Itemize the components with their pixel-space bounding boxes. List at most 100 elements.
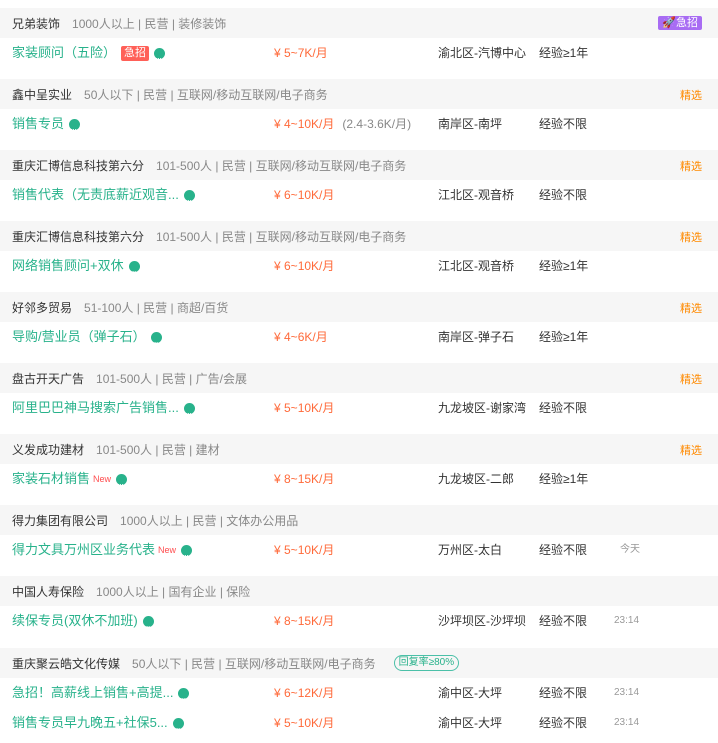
urgent-badge: 🚀急招	[658, 16, 702, 30]
company-name[interactable]: 好邻多贸易	[12, 299, 72, 316]
salary: ¥ 4~10K/月 (2.4-3.6K/月)	[274, 117, 412, 131]
experience: 经验≥1年	[539, 259, 589, 273]
company-header: 得力集团有限公司 1000人以上 | 民营 | 文体办公用品	[0, 505, 718, 535]
job-title[interactable]: 家装石材销售 New	[12, 464, 128, 499]
job-row[interactable]: 家装石材销售New ¥ 8~15K/月 九龙坡区-二郎 经验≥1年	[0, 464, 718, 499]
job-title-text[interactable]: 阿里巴巴神马搜索广告销售...	[12, 393, 179, 423]
salary: ¥ 8~15K/月	[274, 472, 335, 486]
company-header: 好邻多贸易 51-100人 | 民营 | 商超/百货 精选	[0, 292, 718, 322]
company-header: 重庆汇博信息科技第六分 101-500人 | 民营 | 互联网/移动互联网/电子商…	[0, 150, 718, 180]
job-title[interactable]: 销售代表（无责底薪近观音...	[12, 180, 195, 215]
company-meta: 101-500人 | 民营 | 建材	[96, 442, 220, 457]
job-title-text[interactable]: 导购/营业员（弹子石）	[12, 322, 146, 352]
job-row[interactable]: 续保专员(双休不加班) ¥ 8~15K/月 沙坪坝区-沙坪坝经验不限 23:14	[0, 606, 718, 641]
job-title-text[interactable]: 家装顾问（五险）	[12, 38, 116, 68]
salary: ¥ 4~6K/月	[274, 330, 328, 344]
company-name[interactable]: 鑫中呈实业	[12, 86, 72, 103]
company-header: 中国人寿保险 1000人以上 | 国有企业 | 保险	[0, 576, 718, 606]
job-row[interactable]: 得力文具万州区业务代表New ¥ 5~10K/月 万州区-太白 经验不限 今天	[0, 535, 718, 570]
job-row[interactable]: 导购/营业员（弹子石） ¥ 4~6K/月 南岸区-弹子石 经验≥1年	[0, 322, 718, 357]
chat-icon[interactable]	[116, 469, 128, 499]
chat-icon[interactable]	[69, 114, 81, 144]
post-time: 23:14	[614, 687, 640, 698]
listing-card: 得力集团有限公司 1000人以上 | 民营 | 文体办公用品 得力文具万州区业务代表…	[0, 505, 718, 570]
location: 江北区-观音桥	[438, 188, 514, 202]
job-row[interactable]: 阿里巴巴神马搜索广告销售... ¥ 5~10K/月 九龙坡区-谢家湾经验不限	[0, 393, 718, 428]
job-row[interactable]: 家装顾问（五险） 急招 ¥ 5~7K/月 渝北区-汽博中心经验≥1年	[0, 38, 718, 73]
chat-icon[interactable]	[183, 398, 195, 428]
chat-icon[interactable]	[150, 327, 162, 357]
listing-card: 重庆汇博信息科技第六分 101-500人 | 民营 | 互联网/移动互联网/电子商…	[0, 221, 718, 286]
salary: ¥ 6~10K/月	[274, 188, 335, 202]
company-name[interactable]: 重庆汇博信息科技第六分	[12, 228, 144, 245]
location: 沙坪坝区-沙坪坝	[438, 614, 526, 628]
job-title-text[interactable]: 得力文具万州区业务代表	[12, 535, 155, 565]
chat-icon[interactable]	[128, 256, 140, 286]
job-row[interactable]: 网络销售顾问+双休 ¥ 6~10K/月 江北区-观音桥 经验≥1年	[0, 251, 718, 286]
job-row[interactable]: 销售专员早九晚五+社保5... ¥ 5~10K/月 渝中区-大坪 经验不限 23:14	[0, 708, 718, 743]
salary: ¥ 5~7K/月	[274, 46, 328, 60]
experience: 经验不限	[539, 543, 588, 557]
job-title[interactable]: 销售专员	[12, 109, 81, 144]
chat-icon[interactable]	[178, 683, 190, 713]
chat-icon[interactable]	[142, 611, 154, 641]
company-name[interactable]: 得力集团有限公司	[12, 512, 108, 529]
company-name[interactable]: 重庆汇博信息科技第六分	[12, 157, 144, 174]
company-name[interactable]: 义发成功建材	[12, 441, 84, 458]
experience: 经验≥1年	[539, 330, 589, 344]
post-time: 23:14	[614, 717, 640, 728]
job-row[interactable]: 销售代表（无责底薪近观音... ¥ 6~10K/月 江北区-观音桥 经验不限	[0, 180, 718, 215]
company-header: 盘古开天广告 101-500人 | 民营 | 广告/会展 精选	[0, 363, 718, 393]
job-title[interactable]: 网络销售顾问+双休	[12, 251, 140, 286]
chat-icon[interactable]	[183, 185, 195, 215]
job-title-text[interactable]: 销售专员早九晚五+社保5...	[12, 708, 168, 738]
chat-icon[interactable]	[181, 540, 193, 570]
location: 南岸区-弹子石	[438, 330, 514, 344]
company-meta: 1000人以上 | 国有企业 | 保险	[96, 584, 251, 599]
job-row[interactable]: 急招！高薪线上销售+高提... ¥ 6~12K/月 渝中区-大坪 经验不限 23:14	[0, 678, 718, 713]
job-title[interactable]: 家装顾问（五险） 急招	[12, 38, 166, 73]
company-name[interactable]: 重庆聚云皓文化传媒	[12, 655, 120, 672]
listing-card: 兄弟装饰 1000人以上 | 民营 | 装修装饰 🚀急招家装顾问（五险） 急招 ¥ 5~…	[0, 8, 718, 73]
featured-tag: 精选	[680, 445, 702, 457]
job-title-text[interactable]: 家装石材销售	[12, 464, 90, 494]
job-title-text[interactable]: 续保专员(双休不加班)	[12, 606, 138, 636]
job-title-text[interactable]: 销售专员	[12, 109, 64, 139]
job-title[interactable]: 急招！高薪线上销售+高提...	[12, 678, 190, 713]
listing-card: 中国人寿保险 1000人以上 | 国有企业 | 保险续保专员(双休不加班) ¥ 8~…	[0, 576, 718, 641]
featured-tag: 精选	[680, 161, 702, 173]
location: 渝北区-汽博中心	[438, 46, 526, 60]
company-name[interactable]: 盘古开天广告	[12, 370, 84, 387]
job-title-text[interactable]: 网络销售顾问+双休	[12, 251, 124, 281]
location: 南岸区-南坪	[438, 117, 502, 131]
company-meta: 51-100人 | 民营 | 商超/百货	[84, 300, 229, 315]
location: 江北区-观音桥	[438, 259, 514, 273]
chat-icon[interactable]	[154, 43, 166, 73]
location: 渝中区-大坪	[438, 716, 502, 730]
job-title[interactable]: 续保专员(双休不加班)	[12, 606, 154, 641]
location: 渝中区-大坪	[438, 686, 502, 700]
company-header: 鑫中呈实业 50人以下 | 民营 | 互联网/移动互联网/电子商务 精选	[0, 79, 718, 109]
listing-card: 重庆聚云皓文化传媒 50人以下 | 民营 | 互联网/移动互联网/电子商务 回复率≥…	[0, 648, 718, 743]
urgent-hire-badge: 急招	[121, 45, 150, 61]
listing-card: 重庆汇博信息科技第六分 101-500人 | 民营 | 互联网/移动互联网/电子商…	[0, 150, 718, 215]
chat-icon[interactable]	[172, 713, 184, 743]
job-title[interactable]: 得力文具万州区业务代表 New	[12, 535, 193, 570]
listing-card: 鑫中呈实业 50人以下 | 民营 | 互联网/移动互联网/电子商务 精选销售专员 ¥ …	[0, 79, 718, 144]
job-title[interactable]: 导购/营业员（弹子石）	[12, 322, 162, 357]
salary-range-extra: (2.4-3.6K/月)	[342, 117, 412, 131]
company-name[interactable]: 兄弟装饰	[12, 15, 60, 32]
new-badge: New	[158, 545, 177, 555]
post-time: 23:14	[614, 615, 640, 626]
experience: 经验不限	[539, 686, 588, 700]
featured-tag: 精选	[680, 374, 702, 386]
job-title-text[interactable]: 急招！高薪线上销售+高提...	[12, 678, 173, 708]
job-title[interactable]: 销售专员早九晚五+社保5...	[12, 708, 184, 743]
listing-card: 好邻多贸易 51-100人 | 民营 | 商超/百货 精选导购/营业员（弹子石） ¥ …	[0, 292, 718, 357]
job-title-text[interactable]: 销售代表（无责底薪近观音...	[12, 180, 179, 210]
company-meta: 1000人以上 | 民营 | 装修装饰	[72, 16, 227, 31]
job-title[interactable]: 阿里巴巴神马搜索广告销售...	[12, 393, 195, 428]
job-row[interactable]: 销售专员 ¥ 4~10K/月(2.4-3.6K/月) 南岸区-南坪 经验不限	[0, 109, 718, 144]
experience: 经验≥1年	[539, 46, 589, 60]
company-name[interactable]: 中国人寿保险	[12, 583, 84, 600]
